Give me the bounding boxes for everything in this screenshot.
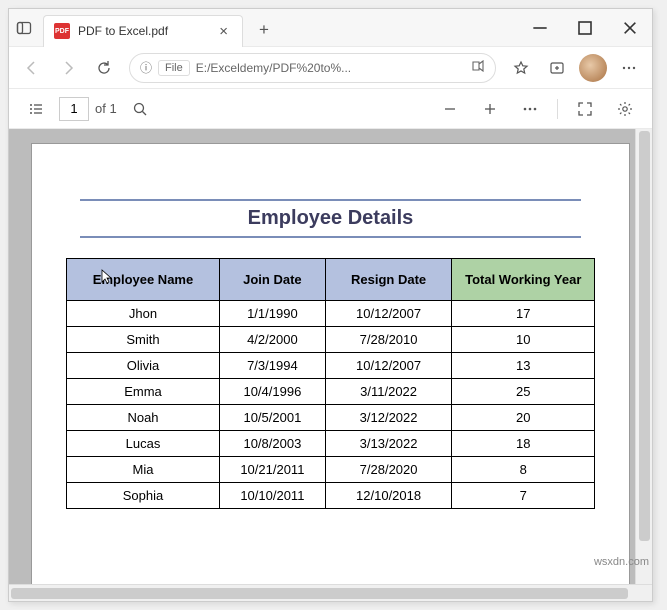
table-cell: Olivia [66, 353, 219, 379]
contents-button[interactable] [19, 92, 53, 126]
pdf-page: Employee Details Employee Name Join Date… [31, 143, 630, 601]
table-cell: 8 [452, 457, 595, 483]
th-years: Total Working Year [452, 259, 595, 301]
menu-button[interactable] [612, 51, 646, 85]
table-header-row: Employee Name Join Date Resign Date Tota… [66, 259, 594, 301]
url-path: E:/Exceldemy/PDF%20to%... [196, 61, 351, 75]
table-cell: Mia [66, 457, 219, 483]
table-row: Mia10/21/20117/28/20208 [66, 457, 594, 483]
table-cell: 10/4/1996 [220, 379, 326, 405]
tab-active[interactable]: PDF PDF to Excel.pdf × [43, 15, 243, 47]
table-cell: 3/11/2022 [325, 379, 452, 405]
horizontal-scrollbar[interactable] [9, 584, 652, 601]
table-cell: 10/12/2007 [325, 301, 452, 327]
profile-avatar[interactable] [579, 54, 607, 82]
more-options-button[interactable] [513, 92, 547, 126]
browser-window: PDF PDF to Excel.pdf × + ⓘ File E:/Exce [8, 8, 653, 602]
title-bar: PDF PDF to Excel.pdf × + [9, 9, 652, 47]
table-cell: 3/13/2022 [325, 431, 452, 457]
tab-title: PDF to Excel.pdf [78, 24, 215, 38]
table-cell: 10 [452, 327, 595, 353]
table-cell: 3/12/2022 [325, 405, 452, 431]
table-cell: 7/28/2010 [325, 327, 452, 353]
table-cell: Noah [66, 405, 219, 431]
table-cell: 25 [452, 379, 595, 405]
table-row: Lucas10/8/20033/13/202218 [66, 431, 594, 457]
table-cell: Sophia [66, 483, 219, 509]
collections-button[interactable] [540, 51, 574, 85]
th-resign: Resign Date [325, 259, 452, 301]
close-icon[interactable]: × [215, 23, 232, 40]
url-scheme: File [158, 60, 190, 76]
table-cell: 7/3/1994 [220, 353, 326, 379]
table-cell: 10/12/2007 [325, 353, 452, 379]
favorites-button[interactable] [504, 51, 538, 85]
close-window-button[interactable] [607, 9, 652, 47]
watermark: wsxdn.com [594, 556, 649, 568]
table-row: Jhon1/1/199010/12/200717 [66, 301, 594, 327]
vertical-scrollbar[interactable] [635, 129, 652, 584]
page-count: of 1 [95, 101, 117, 116]
minimize-button[interactable] [517, 9, 562, 47]
table-cell: 17 [452, 301, 595, 327]
table-cell: 4/2/2000 [220, 327, 326, 353]
zoom-out-button[interactable] [433, 92, 467, 126]
table-cell: 1/1/1990 [220, 301, 326, 327]
table-cell: 18 [452, 431, 595, 457]
read-aloud-icon[interactable] [469, 58, 485, 77]
table-cell: 7/28/2020 [325, 457, 452, 483]
zoom-in-button[interactable] [473, 92, 507, 126]
table-row: Smith4/2/20007/28/201010 [66, 327, 594, 353]
table-cell: 12/10/2018 [325, 483, 452, 509]
table-row: Olivia7/3/199410/12/200713 [66, 353, 594, 379]
th-join: Join Date [220, 259, 326, 301]
browser-toolbar: ⓘ File E:/Exceldemy/PDF%20to%... [9, 47, 652, 89]
refresh-button[interactable] [87, 51, 121, 85]
table-cell: Jhon [66, 301, 219, 327]
pdf-toolbar: of 1 [9, 89, 652, 129]
table-cell: 10/10/2011 [220, 483, 326, 509]
table-cell: 10/21/2011 [220, 457, 326, 483]
document-title: Employee Details [80, 199, 581, 238]
fit-page-button[interactable] [568, 92, 602, 126]
th-name: Employee Name [66, 259, 219, 301]
address-bar[interactable]: ⓘ File E:/Exceldemy/PDF%20to%... [129, 53, 496, 83]
table-cell: 7 [452, 483, 595, 509]
table-cell: Smith [66, 327, 219, 353]
maximize-button[interactable] [562, 9, 607, 47]
table-cell: 10/5/2001 [220, 405, 326, 431]
pdf-viewport[interactable]: Employee Details Employee Name Join Date… [9, 129, 652, 601]
settings-button[interactable] [608, 92, 642, 126]
site-info-icon[interactable]: ⓘ [140, 59, 152, 76]
back-button[interactable] [15, 51, 49, 85]
table-cell: Lucas [66, 431, 219, 457]
new-tab-button[interactable]: + [249, 15, 279, 45]
find-button[interactable] [123, 92, 157, 126]
table-cell: Emma [66, 379, 219, 405]
table-row: Sophia10/10/201112/10/20187 [66, 483, 594, 509]
employee-table: Employee Name Join Date Resign Date Tota… [66, 258, 595, 509]
table-row: Noah10/5/20013/12/202220 [66, 405, 594, 431]
table-cell: 13 [452, 353, 595, 379]
table-cell: 20 [452, 405, 595, 431]
table-row: Emma10/4/19963/11/202225 [66, 379, 594, 405]
forward-button[interactable] [51, 51, 85, 85]
workspaces-button[interactable] [9, 9, 39, 47]
page-number-input[interactable] [59, 97, 89, 121]
table-cell: 10/8/2003 [220, 431, 326, 457]
pdf-icon: PDF [54, 23, 70, 39]
